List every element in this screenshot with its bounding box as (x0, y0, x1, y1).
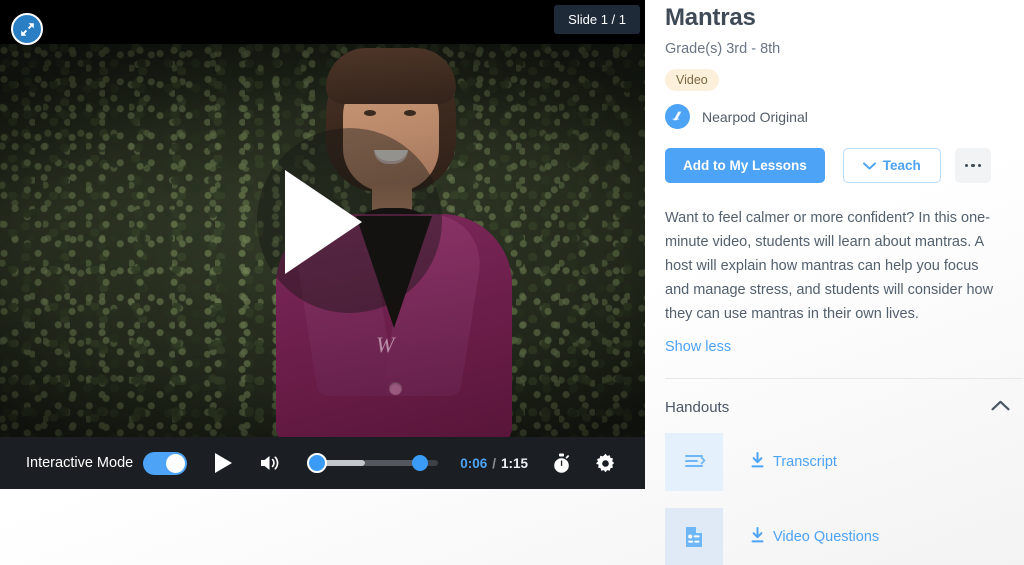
list-item[interactable]: Video Questions (665, 508, 1024, 565)
nearpod-logo-icon (665, 104, 690, 129)
page-root: W Slide 1 / 1 Interactive Mode 0:06 / 1:… (0, 0, 1024, 565)
more-horizontal-icon (971, 163, 975, 168)
play-button[interactable] (214, 452, 233, 474)
download-video-questions-link[interactable]: Video Questions (750, 526, 880, 548)
total-time: 1:15 (501, 455, 529, 471)
chevron-up-icon[interactable] (991, 398, 1010, 416)
interactive-mode-label: Interactive Mode (26, 455, 134, 471)
handout-label: Transcript (773, 454, 837, 470)
time-separator: / (492, 455, 496, 471)
gear-icon[interactable] (595, 453, 616, 474)
teach-button-label: Teach (882, 158, 921, 173)
seek-handle-secondary[interactable] (412, 455, 429, 471)
page-title: Mantras (665, 4, 756, 31)
video-controls-bar: Interactive Mode 0:06 / 1:15 (0, 437, 645, 489)
video-player: W Slide 1 / 1 Interactive Mode 0:06 / 1:… (0, 0, 645, 489)
list-item[interactable]: Transcript (665, 433, 1024, 491)
description-text: Want to feel calmer or more confident? I… (665, 210, 994, 322)
handout-label: Video Questions (773, 529, 880, 545)
interactive-mode-toggle[interactable] (143, 451, 188, 475)
handouts-section-header[interactable]: Handouts (665, 398, 1010, 416)
seek-handle-primary[interactable] (307, 453, 328, 473)
download-icon (750, 451, 765, 473)
transcript-lines-icon (665, 433, 723, 491)
more-horizontal-icon (977, 163, 982, 168)
more-options-button[interactable] (954, 148, 991, 183)
download-icon (750, 526, 765, 548)
seek-slider[interactable] (307, 452, 439, 474)
origin-row: Nearpod Original (665, 104, 1024, 129)
download-transcript-link[interactable]: Transcript (750, 451, 837, 473)
stopwatch-icon[interactable] (552, 453, 571, 474)
expand-arrows-icon[interactable] (11, 13, 43, 45)
slide-indicator: Slide 1 / 1 (554, 5, 640, 34)
add-to-my-lessons-button[interactable]: Add to My Lessons (665, 148, 825, 183)
document-questions-icon (665, 508, 723, 565)
origin-label: Nearpod Original (702, 108, 808, 125)
grade-range: Grade(s) 3rd - 8th (665, 41, 781, 57)
teach-button[interactable]: Teach (842, 148, 941, 183)
volume-up-icon[interactable] (259, 453, 281, 473)
show-less-link[interactable]: Show less (665, 339, 731, 355)
chevron-down-icon (862, 158, 876, 173)
current-time: 0:06 (460, 455, 488, 471)
section-divider (665, 378, 1023, 379)
detail-panel: Mantras Grade(s) 3rd - 8th Video Nearpod… (665, 0, 1024, 565)
time-display: 0:06/ 1:15 (460, 456, 528, 471)
play-icon[interactable] (285, 170, 362, 274)
action-button-row: Add to My Lessons Teach (665, 148, 1024, 183)
video-stage[interactable]: W Slide 1 / 1 (0, 0, 645, 440)
content-type-badge: Video (665, 69, 719, 91)
more-horizontal-icon (964, 163, 969, 168)
handouts-title: Handouts (665, 398, 730, 416)
